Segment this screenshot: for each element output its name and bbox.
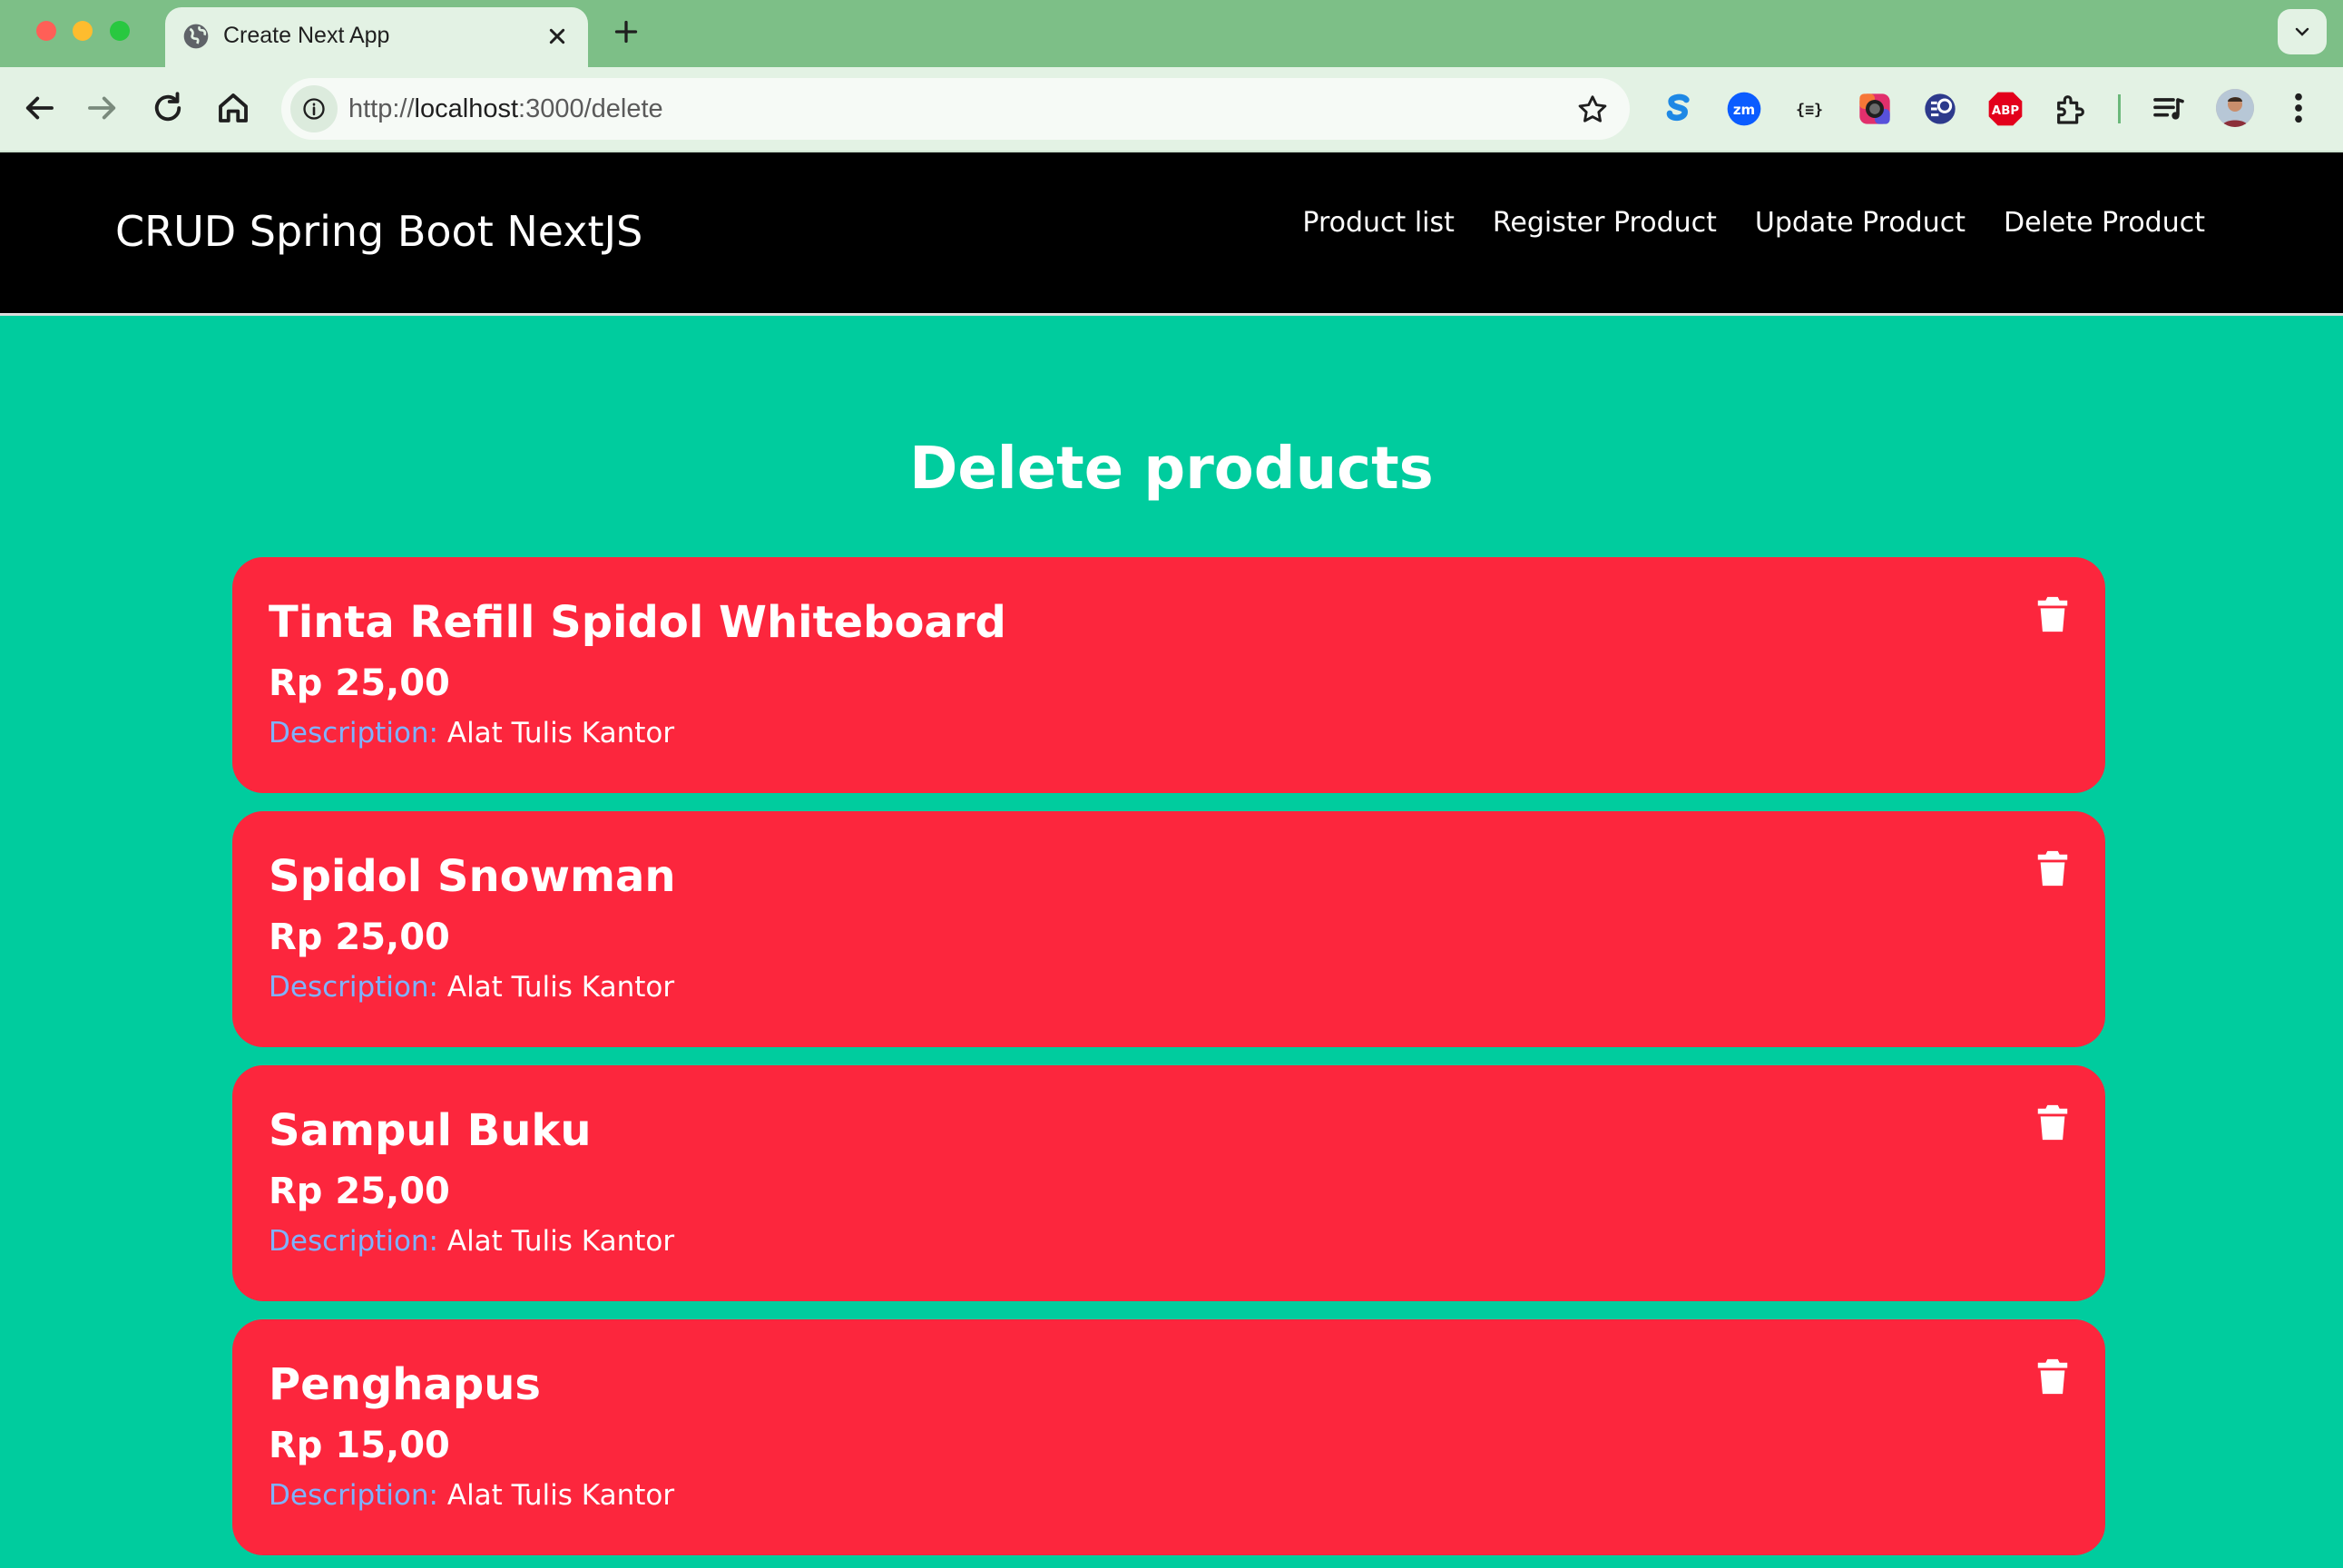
svg-text:zm: zm [1733, 102, 1755, 118]
product-price: Rp 15,00 [269, 1425, 450, 1466]
site-navbar: CRUD Spring Boot NextJS Product list Reg… [0, 152, 2343, 316]
address-bar[interactable]: http://localhost:3000/delete [281, 78, 1630, 140]
new-tab-icon[interactable] [610, 15, 642, 48]
product-price: Rp 25,00 [269, 662, 450, 704]
nav-link-register-product[interactable]: Register Product [1493, 207, 1717, 239]
product-card: Spidol Snowman Rp 25,00 Description: Ala… [232, 811, 2105, 1047]
browser-toolbar: http://localhost:3000/delete zm {≡} ABP [0, 67, 2343, 152]
product-name: Sampul Buku [269, 1105, 592, 1156]
product-list: Tinta Refill Spidol Whiteboard Rp 25,00 … [232, 557, 2105, 1568]
nav-links: Product list Register Product Update Pro… [1302, 207, 2205, 239]
tab-search-button[interactable] [2278, 9, 2327, 54]
forward-icon[interactable] [83, 89, 122, 127]
info-icon [303, 98, 325, 120]
product-price: Rp 25,00 [269, 916, 450, 958]
reload-icon[interactable] [149, 89, 187, 127]
tab-title: Create Next App [223, 23, 390, 48]
trash-icon[interactable] [2036, 1103, 2069, 1142]
browser-tab[interactable]: Create Next App [165, 7, 588, 67]
product-name: Spidol Snowman [269, 851, 676, 902]
reading-list-icon[interactable] [2151, 91, 2187, 127]
product-price: Rp 25,00 [269, 1171, 450, 1212]
url-path: :3000/delete [518, 94, 663, 123]
trash-icon[interactable] [2036, 849, 2069, 887]
nav-link-delete-product[interactable]: Delete Product [2004, 207, 2205, 239]
window-minimize-button[interactable] [73, 21, 93, 41]
back-icon[interactable] [20, 89, 58, 127]
nav-link-product-list[interactable]: Product list [1302, 207, 1455, 239]
description-label: Description: [269, 971, 438, 1004]
bookmark-star-icon[interactable] [1575, 93, 1610, 127]
product-name: Tinta Refill Spidol Whiteboard [269, 597, 1006, 648]
url-host: localhost [414, 94, 519, 123]
seo-extension-icon[interactable] [1922, 91, 1958, 127]
window-close-button[interactable] [36, 21, 56, 41]
description-text: Alat Tulis Kantor [446, 971, 675, 1004]
nav-link-update-product[interactable]: Update Product [1755, 207, 1966, 239]
description-label: Description: [269, 1225, 438, 1258]
page-title: Delete products [909, 436, 1434, 503]
trash-icon[interactable] [2036, 1357, 2069, 1396]
url-text: http://localhost:3000/delete [348, 94, 663, 124]
window-zoom-button[interactable] [110, 21, 130, 41]
url-prefix: http:// [348, 94, 415, 123]
description-text: Alat Tulis Kantor [446, 1479, 675, 1512]
toolbar-separator [2118, 94, 2121, 123]
product-card: Penghapus Rp 15,00 Description: Alat Tul… [232, 1319, 2105, 1555]
avatar-icon [2216, 89, 2254, 127]
description-label: Description: [269, 1479, 438, 1512]
description-text: Alat Tulis Kantor [446, 717, 675, 750]
profile-avatar[interactable] [2216, 89, 2254, 127]
product-description: Description: Alat Tulis Kantor [269, 717, 674, 750]
product-name: Penghapus [269, 1359, 541, 1410]
browser-menu-icon[interactable] [2285, 89, 2312, 127]
product-description: Description: Alat Tulis Kantor [269, 971, 674, 1004]
zoom-extension-icon[interactable]: zm [1726, 91, 1762, 127]
description-label: Description: [269, 717, 438, 750]
site-info-button[interactable] [290, 85, 338, 132]
svg-text:ABP: ABP [1992, 104, 2019, 118]
svg-text:{≡}: {≡} [1796, 102, 1823, 119]
product-card: Tinta Refill Spidol Whiteboard Rp 25,00 … [232, 557, 2105, 793]
color-picker-extension-icon[interactable] [1857, 91, 1893, 127]
extensions-puzzle-icon[interactable] [2053, 91, 2089, 127]
brand-title[interactable]: CRUD Spring Boot NextJS [115, 207, 642, 256]
adblock-plus-icon[interactable]: ABP [1987, 91, 2024, 127]
browser-tab-bar: Create Next App [0, 0, 2343, 67]
trash-icon[interactable] [2036, 595, 2069, 633]
chevron-down-icon [2295, 27, 2309, 36]
product-card: Sampul Buku Rp 25,00 Description: Alat T… [232, 1065, 2105, 1301]
json-formatter-icon[interactable]: {≡} [1791, 91, 1828, 127]
product-description: Description: Alat Tulis Kantor [269, 1479, 674, 1512]
product-description: Description: Alat Tulis Kantor [269, 1225, 674, 1258]
extension-s-icon[interactable] [1661, 91, 1697, 127]
description-text: Alat Tulis Kantor [446, 1225, 675, 1258]
globe-icon [183, 24, 209, 49]
home-icon[interactable] [214, 89, 252, 127]
close-tab-icon[interactable] [543, 22, 572, 51]
